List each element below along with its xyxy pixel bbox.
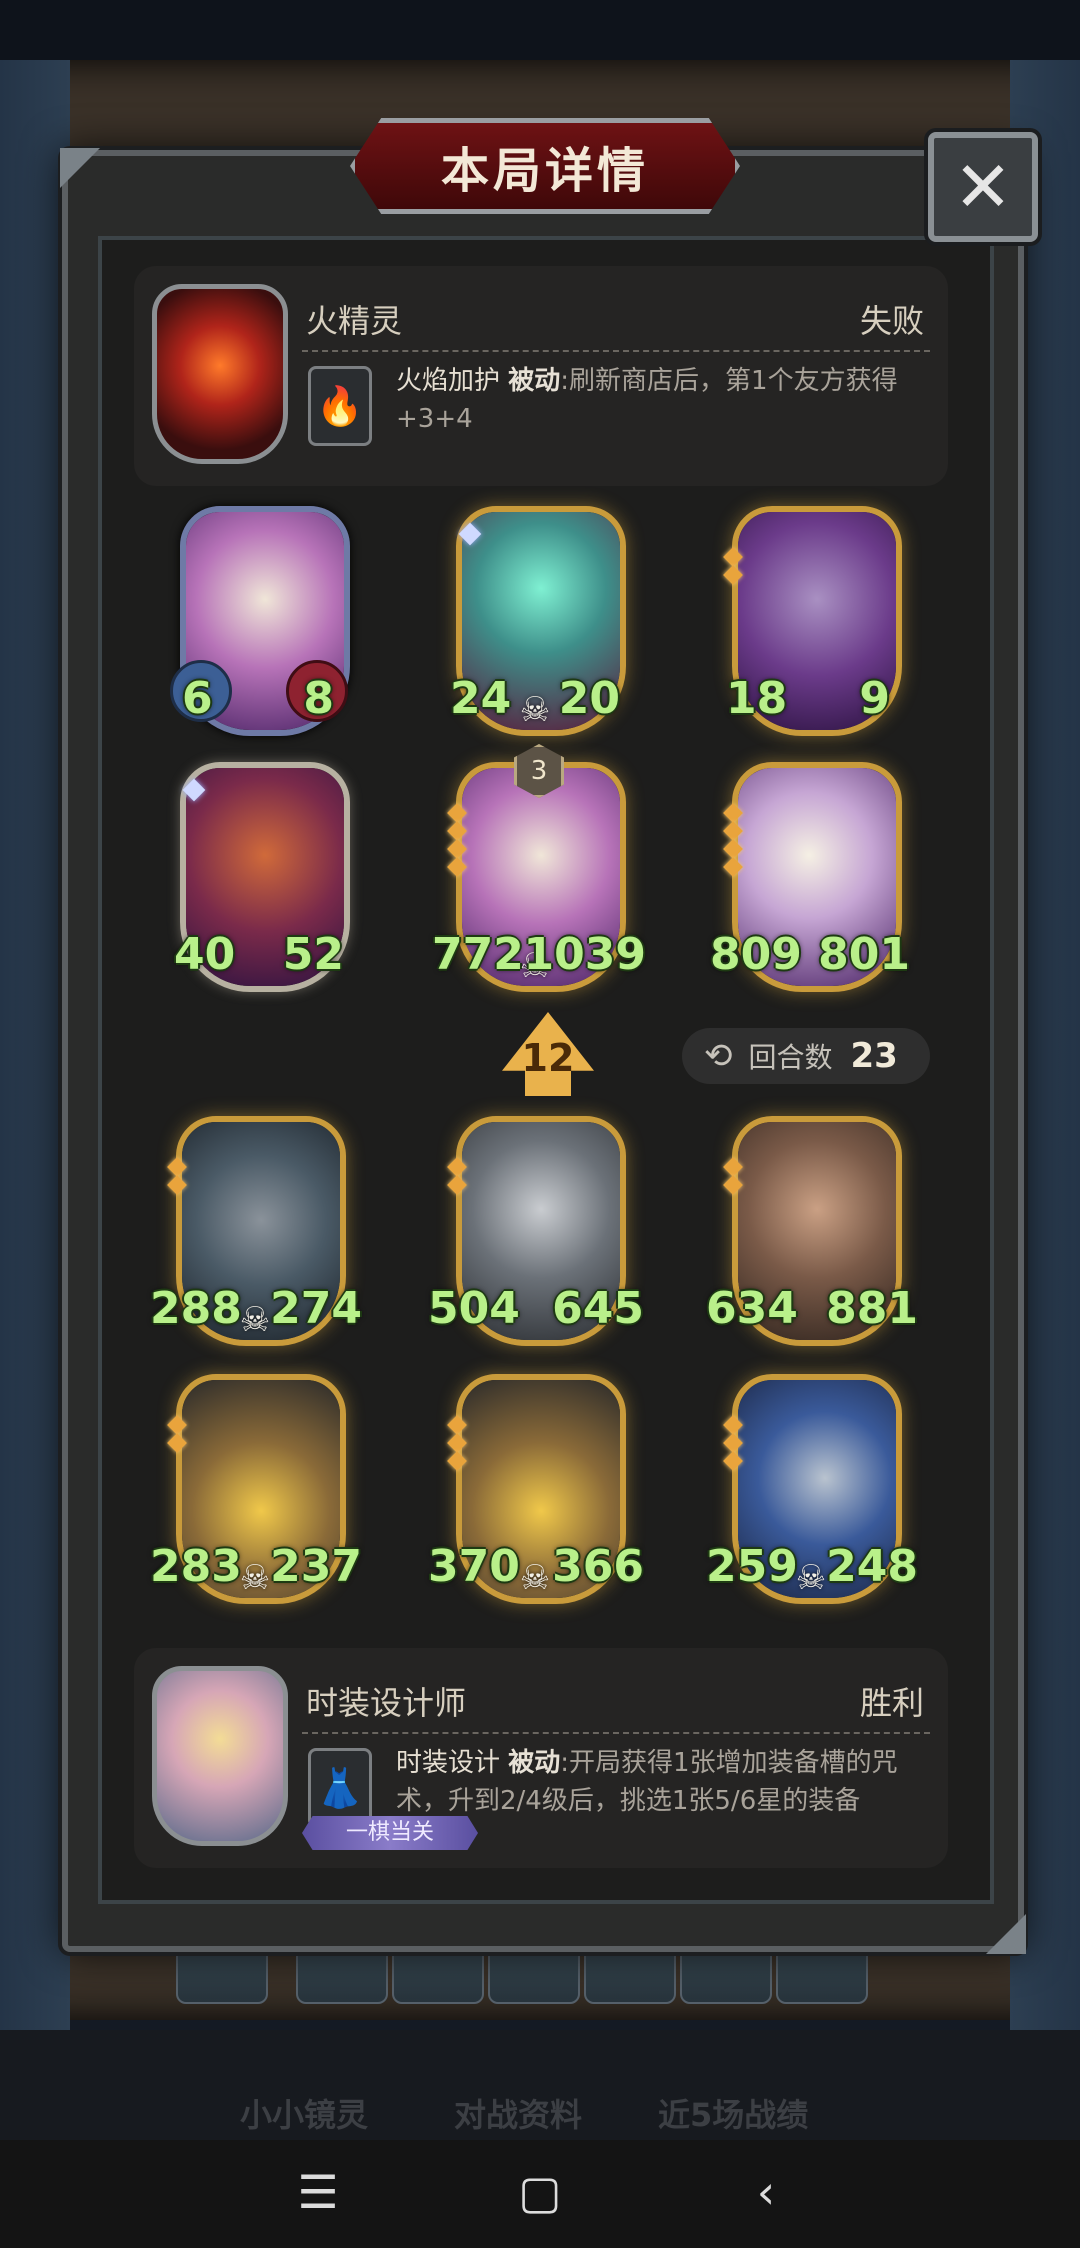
close-icon: ✕ [953, 146, 1013, 228]
attack-value: 772 [432, 929, 524, 980]
health-value: 237 [270, 1541, 362, 1592]
star-rank [447, 1156, 470, 1196]
health-value: 20 [558, 673, 620, 724]
tab-mirror-spirit[interactable]: 小小镜灵 [240, 2090, 368, 2136]
menu-icon[interactable]: ☰ [288, 2162, 348, 2222]
star-rank [723, 1156, 746, 1196]
frame-corner [60, 148, 100, 188]
health-value: 366 [552, 1541, 644, 1592]
unit-card[interactable]: 24 ☠ 20 [450, 506, 626, 736]
player-name: 时装设计师 [306, 1684, 467, 1722]
health-value: 9 [859, 673, 890, 724]
system-nav-bar: ☰ ▢ ‹ [0, 2140, 1080, 2248]
unit-card[interactable]: 809 801 [710, 762, 910, 992]
opponent-skill-desc: 火焰加护 被动:刷新商店后，第1个友方获得+3+4 [396, 362, 936, 438]
player-result: 胜利 [859, 1684, 924, 1722]
modal-title: 本局详情 [440, 143, 649, 199]
skull-icon: ☠ [519, 1558, 551, 1598]
unit-card[interactable]: 3 772 ☠ 1039 [432, 744, 646, 992]
health-value: 52 [282, 929, 344, 980]
unit-card[interactable]: 283 ☠ 237 [150, 1374, 362, 1604]
attack-value: 18 [726, 673, 788, 724]
background-left [0, 60, 70, 2040]
unit-card[interactable]: 370 ☠ 366 [428, 1374, 644, 1604]
star-rank [167, 1156, 190, 1196]
achievement-badge: 一棋当关 [302, 1816, 478, 1850]
close-button[interactable]: ✕ [928, 132, 1038, 242]
star-rank [723, 802, 746, 878]
health-value: 8 [303, 673, 334, 724]
unit-card[interactable]: 6 8 [170, 506, 350, 736]
attack-value: 283 [150, 1541, 242, 1592]
star-rank [447, 1414, 470, 1472]
bottom-tab-bar: 小小镜灵 对战资料 近5场战绩 [0, 2030, 1080, 2140]
rounds-pill: ⟲ 回合数 23 [682, 1028, 930, 1084]
player-skill-desc: 时装设计 被动:开局获得1张增加装备槽的咒术，升到2/4级后，挑选1张5/6星的… [396, 1744, 936, 1820]
divider [302, 1732, 930, 1734]
opponent-portrait [152, 284, 288, 464]
unit-card[interactable]: 504 645 [428, 1116, 644, 1346]
star-rank [447, 802, 470, 878]
attack-value: 259 [706, 1541, 798, 1592]
frame-corner [986, 1914, 1026, 1954]
skill-name: 火焰加护 [396, 366, 501, 396]
attack-value: 370 [428, 1541, 520, 1592]
rounds-label: 回合数 [748, 1041, 833, 1074]
opponent-panel: 火精灵 失败 🔥 火焰加护 被动:刷新商店后，第1个友方获得+3+4 [134, 266, 948, 486]
fire-skill-icon[interactable]: 🔥 [308, 366, 372, 446]
unit-card[interactable]: 634 881 [706, 1116, 918, 1346]
title-plate: 本局详情 [350, 118, 740, 214]
attack-value: 288 [150, 1283, 242, 1334]
attack-value: 634 [706, 1283, 798, 1334]
attack-value: 24 [450, 673, 512, 724]
skull-icon: ☠ [519, 690, 551, 730]
divider [302, 350, 930, 352]
unit-card[interactable]: 259 ☠ 248 [706, 1374, 918, 1604]
unit-card[interactable]: 18 9 [723, 506, 902, 736]
attack-value: 809 [710, 929, 802, 980]
home-icon[interactable]: ▢ [510, 2162, 570, 2222]
player-panel: 时装设计师 胜利 👗 时装设计 被动:开局获得1张增加装备槽的咒术，升到2/4级… [134, 1648, 948, 1868]
attack-value: 504 [428, 1283, 520, 1334]
opponent-result: 失败 [859, 302, 924, 340]
star-rank [723, 546, 746, 586]
attack-value: 40 [174, 929, 236, 980]
skill-name: 时装设计 [396, 1748, 501, 1778]
health-value: 881 [826, 1283, 918, 1334]
health-value: 801 [818, 929, 910, 980]
tab-recent-records[interactable]: 近5场战绩 [658, 2090, 808, 2136]
skill-type: 被动 [508, 1748, 561, 1778]
player-level: 12 [521, 1036, 575, 1080]
rounds-value: 23 [850, 1036, 898, 1076]
health-value: 274 [270, 1283, 362, 1334]
health-value: 645 [552, 1283, 644, 1334]
player-portrait [152, 1666, 288, 1846]
health-value: 248 [826, 1541, 918, 1592]
refresh-icon: ⟲ [704, 1036, 733, 1076]
health-value: 1039 [523, 929, 646, 980]
star-rank [167, 1414, 190, 1454]
unit-card[interactable]: 288 ☠ 274 [150, 1116, 362, 1346]
opponent-name: 火精灵 [306, 302, 403, 340]
skill-type: 被动 [508, 366, 561, 396]
attack-value: 6 [182, 673, 213, 724]
tab-battle-info[interactable]: 对战资料 [454, 2090, 582, 2136]
star-rank [723, 1414, 746, 1472]
unit-card[interactable]: 40 52 [174, 762, 350, 992]
back-icon[interactable]: ‹ [736, 2162, 796, 2222]
